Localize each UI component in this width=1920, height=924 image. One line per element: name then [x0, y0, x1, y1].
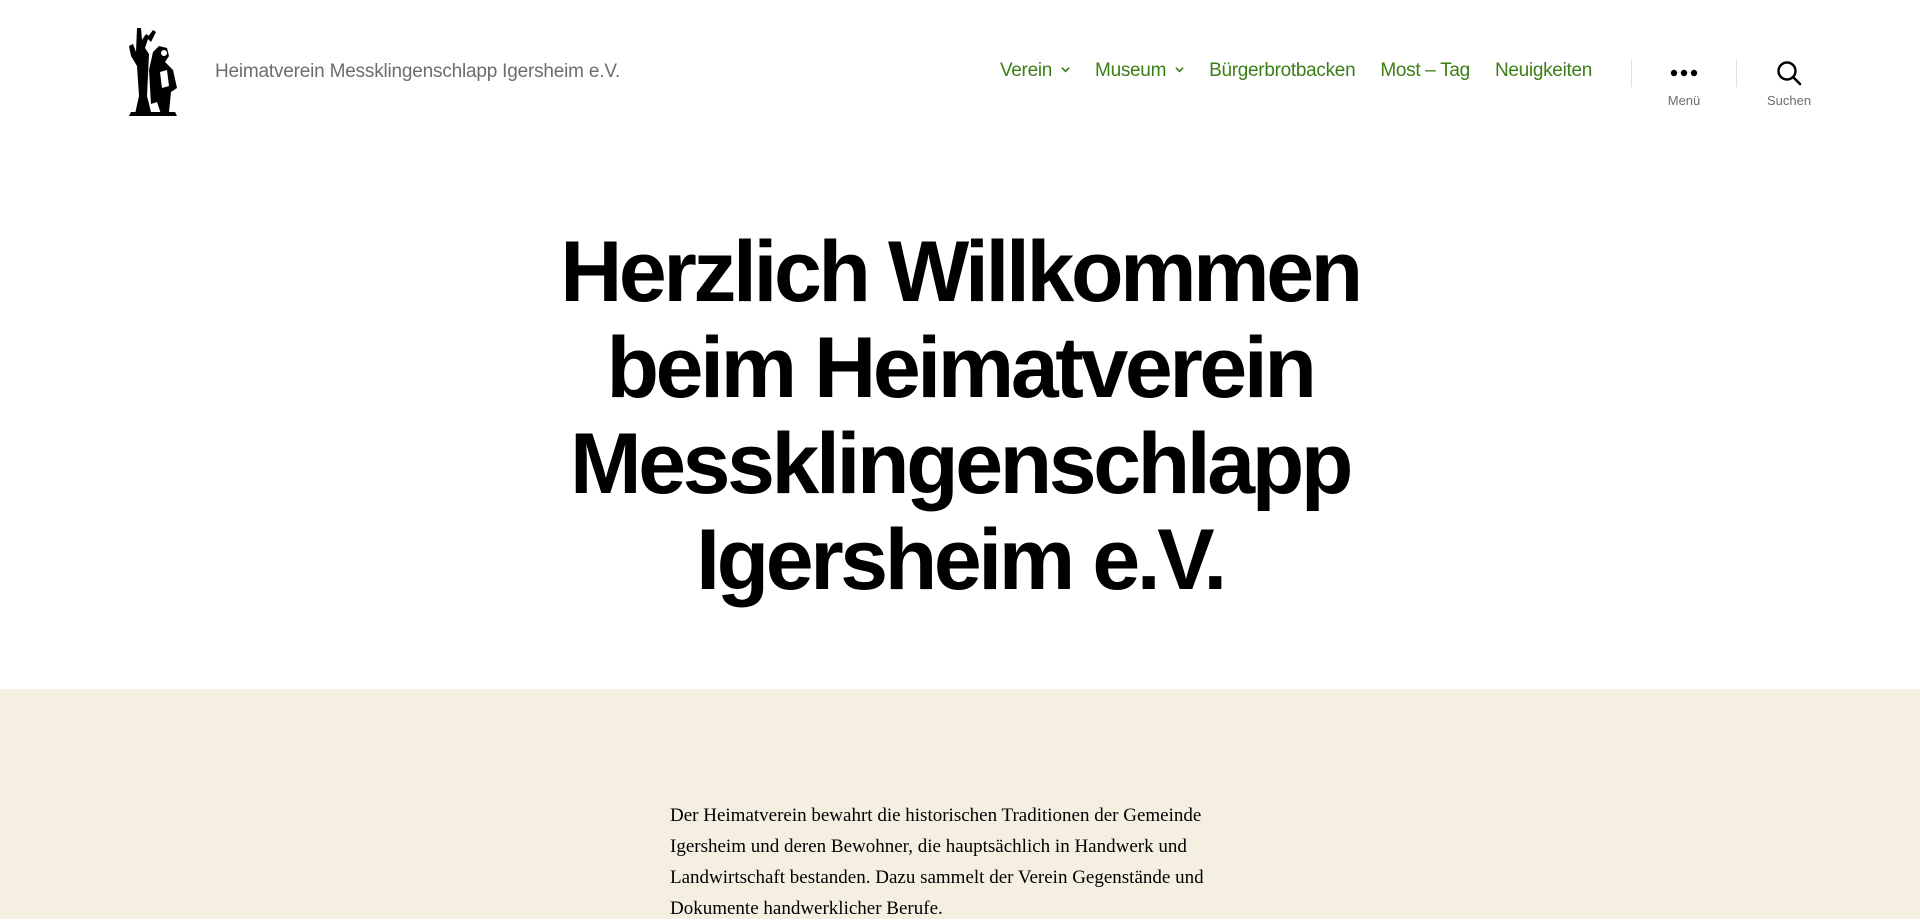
intro-line: Landwirtschaft bestanden. Dazu sammelt d…: [670, 867, 1204, 888]
page-title-line: beim Heimatverein: [606, 320, 1317, 416]
nav-item-label: Verein: [999, 60, 1053, 81]
primary-navigation: Verein Museum Bürgerbrotbacken Most – Ta…: [1000, 60, 1592, 82]
tree-figure-logo-icon[interactable]: [127, 26, 183, 118]
nav-item-museum[interactable]: Museum: [1095, 60, 1184, 82]
intro-section: Der Heimatverein bewahrt die historische…: [0, 689, 1920, 919]
page-title: Herzlich Willkommen beim Heimatverein Me…: [510, 224, 1410, 608]
search-toggle-label: Suchen: [1766, 93, 1812, 108]
intro-line: Dokumente handwerklicher Berufe.: [670, 898, 943, 919]
page-title-line: Messklingenschlapp: [570, 416, 1353, 512]
site-title[interactable]: Heimatverein Messklingenschlapp Igershei…: [215, 61, 620, 83]
header-divider: [1631, 59, 1632, 87]
nav-item-most-tag[interactable]: Most – Tag: [1380, 60, 1470, 82]
site-header: Heimatverein Messklingenschlapp Igershei…: [0, 0, 1920, 148]
intro-paragraph: Der Heimatverein bewahrt die historische…: [670, 800, 1260, 924]
intro-line: Igersheim und deren Bewohner, die haupts…: [670, 836, 1187, 857]
chevron-down-icon[interactable]: [1175, 65, 1184, 74]
nav-item-label: Most – Tag: [1380, 60, 1470, 81]
search-icon: [1777, 61, 1802, 86]
header-divider: [1736, 59, 1737, 87]
nav-item-verein[interactable]: Verein: [1000, 60, 1070, 82]
chevron-down-icon[interactable]: [1061, 65, 1070, 74]
nav-item-buergerbrotbacken[interactable]: Bürgerbrotbacken: [1209, 60, 1356, 82]
page-title-line: Herzlich Willkommen: [560, 224, 1363, 320]
menu-toggle-label: Menü: [1667, 93, 1701, 108]
ellipsis-icon: [1670, 69, 1698, 77]
nav-item-label: Neuigkeiten: [1494, 60, 1592, 81]
page-title-line: Igersheim e.V.: [696, 512, 1227, 608]
search-toggle-button[interactable]: Suchen: [1744, 60, 1834, 108]
menu-toggle-button[interactable]: Menü: [1639, 60, 1729, 108]
hero-section: Herzlich Willkommen beim Heimatverein Me…: [0, 148, 1920, 689]
nav-item-neuigkeiten[interactable]: Neuigkeiten: [1495, 60, 1592, 82]
nav-item-label: Bürgerbrotbacken: [1209, 60, 1356, 81]
intro-line: Der Heimatverein bewahrt die historische…: [670, 805, 1202, 826]
nav-item-label: Museum: [1095, 60, 1167, 81]
